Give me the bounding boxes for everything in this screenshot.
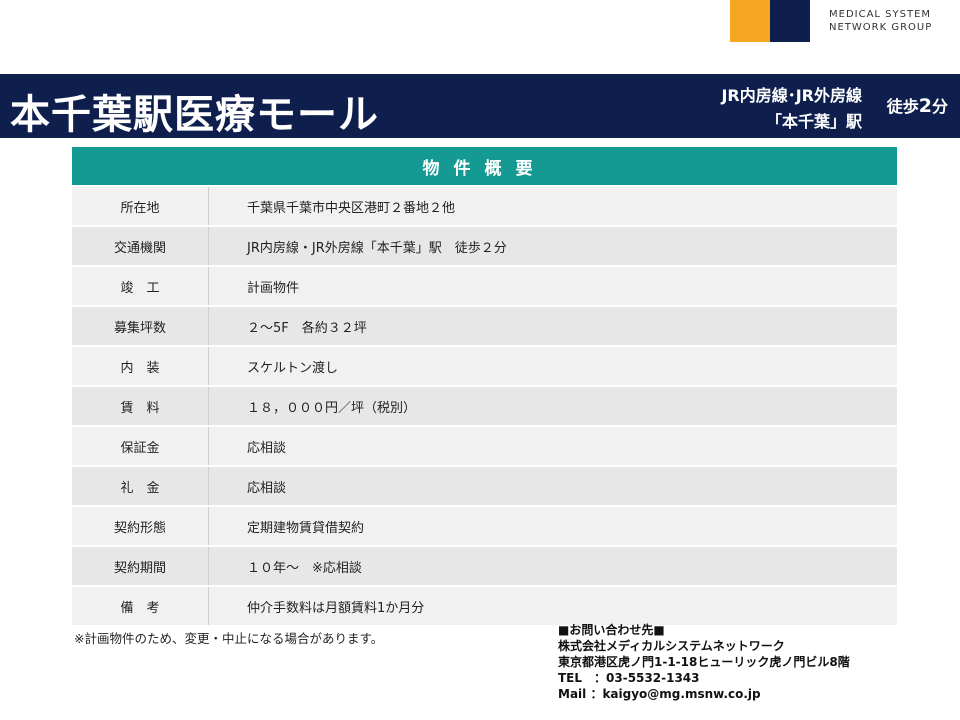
row-label: 賃 料: [72, 387, 209, 425]
title-band: 本千葉駅医療モール JR内房線･JR外房線 「本千葉」駅 徒歩2分: [0, 74, 960, 138]
table-row: 内 装 スケルトン渡し: [72, 347, 897, 385]
table-heading: 物件概要: [72, 147, 897, 185]
table-row: 契約形態 定期建物賃貸借契約: [72, 507, 897, 545]
walk-minutes: 2: [918, 95, 932, 117]
logo-line-2: NETWORK GROUP: [829, 22, 933, 33]
row-value: 千葉県千葉市中央区港町２番地２他: [247, 200, 456, 216]
contact-tel: TEL ：03-5532-1343: [558, 671, 700, 685]
contact-mail: Mail ：kaigyo@mg.msnw.co.jp: [558, 687, 761, 701]
row-label: 契約形態: [72, 507, 209, 545]
table-row: 賃 料 １８，０００円／坪（税別）: [72, 387, 897, 425]
planning-note: ※計画物件のため、変更・中止になる場合があります。: [74, 631, 384, 646]
property-summary-table: 物件概要 所在地 千葉県千葉市中央区港町２番地２他交通機関 JR内房線・JR外房線「…: [72, 147, 897, 625]
row-value: 応相談: [247, 480, 287, 496]
page-title: 本千葉駅医療モール: [10, 92, 379, 138]
row-label: 竣 工: [72, 267, 209, 305]
walk-time: 徒歩2分: [887, 93, 948, 117]
row-value: １８，０００円／坪（税別）: [247, 400, 417, 416]
row-label: 募集坪数: [72, 307, 209, 345]
table-row: 交通機関 JR内房線・JR外房線「本千葉」駅 徒歩２分: [72, 227, 897, 265]
table-row: 礼 金 応相談: [72, 467, 897, 505]
train-lines: JR内房線･JR外房線: [721, 86, 862, 105]
table-row: 備 考 仲介手数料は月額賃料1か月分: [72, 587, 897, 625]
row-label: 交通機関: [72, 227, 209, 265]
logo-line-1: MEDICAL SYSTEM: [829, 9, 932, 20]
row-label: 内 装: [72, 347, 209, 385]
logo-orange-square: [730, 0, 770, 42]
walk-suffix: 分: [931, 97, 948, 116]
row-value: JR内房線・JR外房線「本千葉」駅 徒歩２分: [247, 240, 507, 256]
contact-block: ■お問い合わせ先■ 株式会社メディカルシステムネットワーク 東京都港区虎ノ門1-…: [558, 622, 850, 702]
row-value: 応相談: [247, 440, 287, 456]
walk-prefix: 徒歩: [886, 97, 919, 116]
row-value: 計画物件: [247, 280, 300, 296]
table-body: 所在地 千葉県千葉市中央区港町２番地２他交通機関 JR内房線・JR外房線「本千葉」駅…: [72, 187, 897, 625]
table-row: 所在地 千葉県千葉市中央区港町２番地２他: [72, 187, 897, 225]
company-logo: [730, 0, 810, 42]
logo-navy-square: [770, 0, 810, 42]
contact-heading: ■お問い合わせ先■: [558, 623, 665, 637]
table-row: 保証金 応相談: [72, 427, 897, 465]
table-row: 募集坪数 ２～5F 各約３２坪: [72, 307, 897, 345]
station-name: 「本千葉」駅: [765, 112, 862, 131]
row-label: 礼 金: [72, 467, 209, 505]
logo-text: MEDICAL SYSTEM NETWORK GROUP: [829, 8, 932, 34]
contact-address: 東京都港区虎ノ門1-1-18ヒューリック虎ノ門ビル8階: [558, 655, 850, 669]
contact-company: 株式会社メディカルシステムネットワーク: [558, 639, 785, 653]
row-value: スケルトン渡し: [247, 360, 339, 376]
row-value: 定期建物賃貸借契約: [247, 520, 365, 536]
row-value: ２～5F 各約３２坪: [247, 320, 367, 336]
row-label: 備 考: [72, 587, 209, 625]
row-label: 所在地: [72, 187, 209, 225]
table-row: 契約期間 １０年～ ※応相談: [72, 547, 897, 585]
row-value: １０年～ ※応相談: [247, 560, 362, 576]
row-label: 保証金: [72, 427, 209, 465]
row-label: 契約期間: [72, 547, 209, 585]
table-row: 竣 工 計画物件: [72, 267, 897, 305]
row-value: 仲介手数料は月額賃料1か月分: [247, 600, 425, 616]
